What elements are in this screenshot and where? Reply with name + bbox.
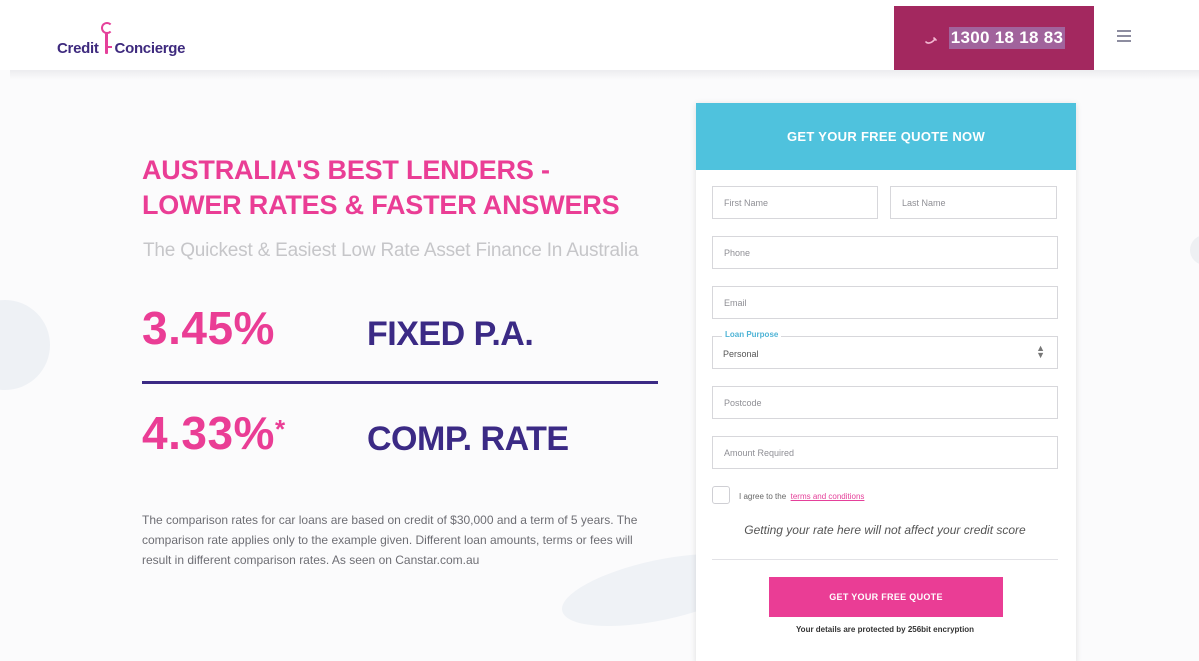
phone-icon bbox=[924, 37, 937, 44]
rate-divider bbox=[142, 381, 658, 384]
phone-input[interactable] bbox=[713, 237, 1057, 268]
get-free-quote-button[interactable]: GET YOUR FREE QUOTE bbox=[769, 577, 1003, 617]
fixed-rate-row: 3.45% FIXED P.A. bbox=[142, 300, 534, 362]
site-header: Credit Concierge 1300 18 18 83 bbox=[0, 0, 1199, 70]
logo-text-concierge: Concierge bbox=[114, 40, 186, 57]
header-shadow bbox=[10, 70, 1199, 80]
quote-form-card: GET YOUR FREE QUOTE NOW Loan Purpose Per… bbox=[696, 103, 1076, 661]
first-name-field[interactable] bbox=[712, 186, 878, 219]
hero-subtitle: The Quickest & Easiest Low Rate Asset Fi… bbox=[143, 240, 639, 261]
email-field[interactable] bbox=[712, 286, 1058, 319]
logo-text-credit: Credit bbox=[57, 40, 99, 57]
hero-title-line1: AUSTRALIA'S BEST LENDERS - bbox=[142, 155, 550, 185]
encryption-note: Your details are protected by 256bit enc… bbox=[795, 625, 975, 634]
fixed-rate-label: FIXED P.A. bbox=[367, 315, 534, 353]
fixed-rate-value: 3.45% bbox=[142, 300, 367, 356]
loan-purpose-value: Personal bbox=[723, 349, 759, 359]
email-input[interactable] bbox=[713, 287, 1057, 318]
postcode-input[interactable] bbox=[713, 387, 1057, 418]
comparison-rate-value: 4.33%* bbox=[142, 405, 367, 461]
decorative-blob bbox=[1190, 235, 1199, 265]
comparison-rate-number: 4.33% bbox=[142, 407, 275, 459]
comparison-rate-row: 4.33%* COMP. RATE bbox=[142, 405, 569, 467]
landing-page: Credit Concierge 1300 18 18 83 AUSTRALIA… bbox=[0, 0, 1199, 661]
comparison-rate-label: COMP. RATE bbox=[367, 420, 569, 458]
quote-form-header: GET YOUR FREE QUOTE NOW bbox=[696, 103, 1076, 170]
amount-required-input[interactable] bbox=[713, 437, 1057, 468]
first-name-input[interactable] bbox=[713, 187, 877, 218]
loan-purpose-label: Loan Purpose bbox=[722, 330, 782, 339]
quote-form-heading: GET YOUR FREE QUOTE NOW bbox=[786, 129, 986, 144]
hero-title-line2: LOWER RATES & FASTER ANSWERS bbox=[142, 190, 620, 220]
terms-and-conditions-link[interactable]: terms and conditions bbox=[791, 492, 865, 501]
logo[interactable]: Credit Concierge bbox=[57, 22, 186, 58]
phone-field[interactable] bbox=[712, 236, 1058, 269]
decorative-blob bbox=[0, 300, 50, 390]
terms-agreement-row: I agree to the terms and conditions bbox=[712, 486, 864, 504]
terms-agreement-text: I agree to the bbox=[739, 492, 787, 501]
last-name-field[interactable] bbox=[890, 186, 1057, 219]
hamburger-menu-icon[interactable] bbox=[1117, 30, 1131, 42]
key-icon bbox=[100, 22, 114, 58]
comparison-rate-asterisk: * bbox=[274, 414, 286, 444]
select-arrows-icon: ▲ ▼ bbox=[1036, 343, 1045, 360]
credit-score-note: Getting your rate here will not affect y… bbox=[744, 523, 1026, 537]
fixed-rate-number: 3.45% bbox=[142, 302, 275, 354]
hero-title: AUSTRALIA'S BEST LENDERS - LOWER RATES &… bbox=[142, 153, 662, 223]
terms-checkbox[interactable] bbox=[712, 486, 730, 504]
loan-purpose-select[interactable]: Loan Purpose Personal ▲ ▼ bbox=[712, 330, 1058, 369]
form-divider bbox=[712, 559, 1058, 560]
phone-call-button[interactable]: 1300 18 18 83 bbox=[894, 6, 1094, 70]
phone-number: 1300 18 18 83 bbox=[948, 27, 1066, 49]
comparison-rate-disclaimer: The comparison rates for car loans are b… bbox=[142, 513, 638, 567]
last-name-input[interactable] bbox=[891, 187, 1056, 218]
amount-required-field[interactable] bbox=[712, 436, 1058, 469]
postcode-field[interactable] bbox=[712, 386, 1058, 419]
